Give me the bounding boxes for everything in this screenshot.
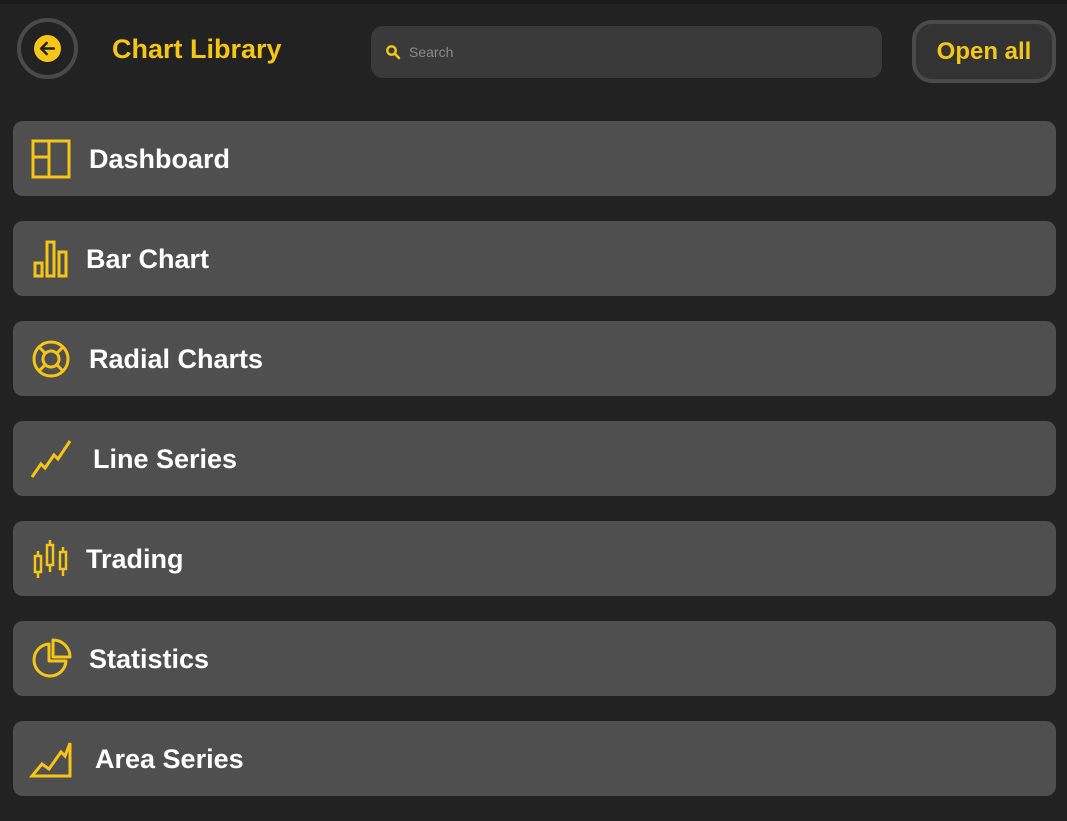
list-item-line-series[interactable]: Line Series	[13, 421, 1056, 496]
list-item-statistics[interactable]: Statistics	[13, 621, 1056, 696]
list-item-label: Bar Chart	[86, 244, 210, 274]
dashboard-layout-icon	[29, 138, 73, 180]
list-item-trading[interactable]: Trading	[13, 521, 1056, 596]
search-input[interactable]	[409, 39, 869, 65]
list-item-label: Dashboard	[89, 144, 231, 174]
list-item-label: Statistics	[89, 644, 210, 674]
list-item-label: Trading	[86, 544, 184, 574]
radial-chart-icon	[29, 338, 73, 380]
header: Chart Library Open all	[0, 0, 1067, 100]
pie-chart-icon	[29, 638, 73, 680]
open-all-button[interactable]: Open all	[912, 20, 1056, 83]
area-chart-icon	[29, 738, 73, 780]
page-title: Chart Library	[112, 34, 282, 64]
list-item-dashboard[interactable]: Dashboard	[13, 121, 1056, 196]
bar-chart-icon	[29, 238, 73, 280]
list-item-radial-charts[interactable]: Radial Charts	[13, 321, 1056, 396]
line-series-icon	[29, 438, 73, 480]
list-item-area-series[interactable]: Area Series	[13, 721, 1056, 796]
search-icon	[385, 44, 401, 60]
list-item-label: Area Series	[95, 744, 244, 774]
chart-list: Dashboard Bar Chart Radial Charts Line S…	[13, 121, 1056, 821]
search-box[interactable]	[371, 26, 882, 78]
list-item-label: Line Series	[93, 444, 238, 474]
list-item-label: Radial Charts	[89, 344, 264, 374]
candlestick-icon	[29, 538, 73, 580]
arrow-left-icon	[34, 35, 61, 62]
back-button[interactable]	[17, 18, 78, 79]
list-item-bar-chart[interactable]: Bar Chart	[13, 221, 1056, 296]
